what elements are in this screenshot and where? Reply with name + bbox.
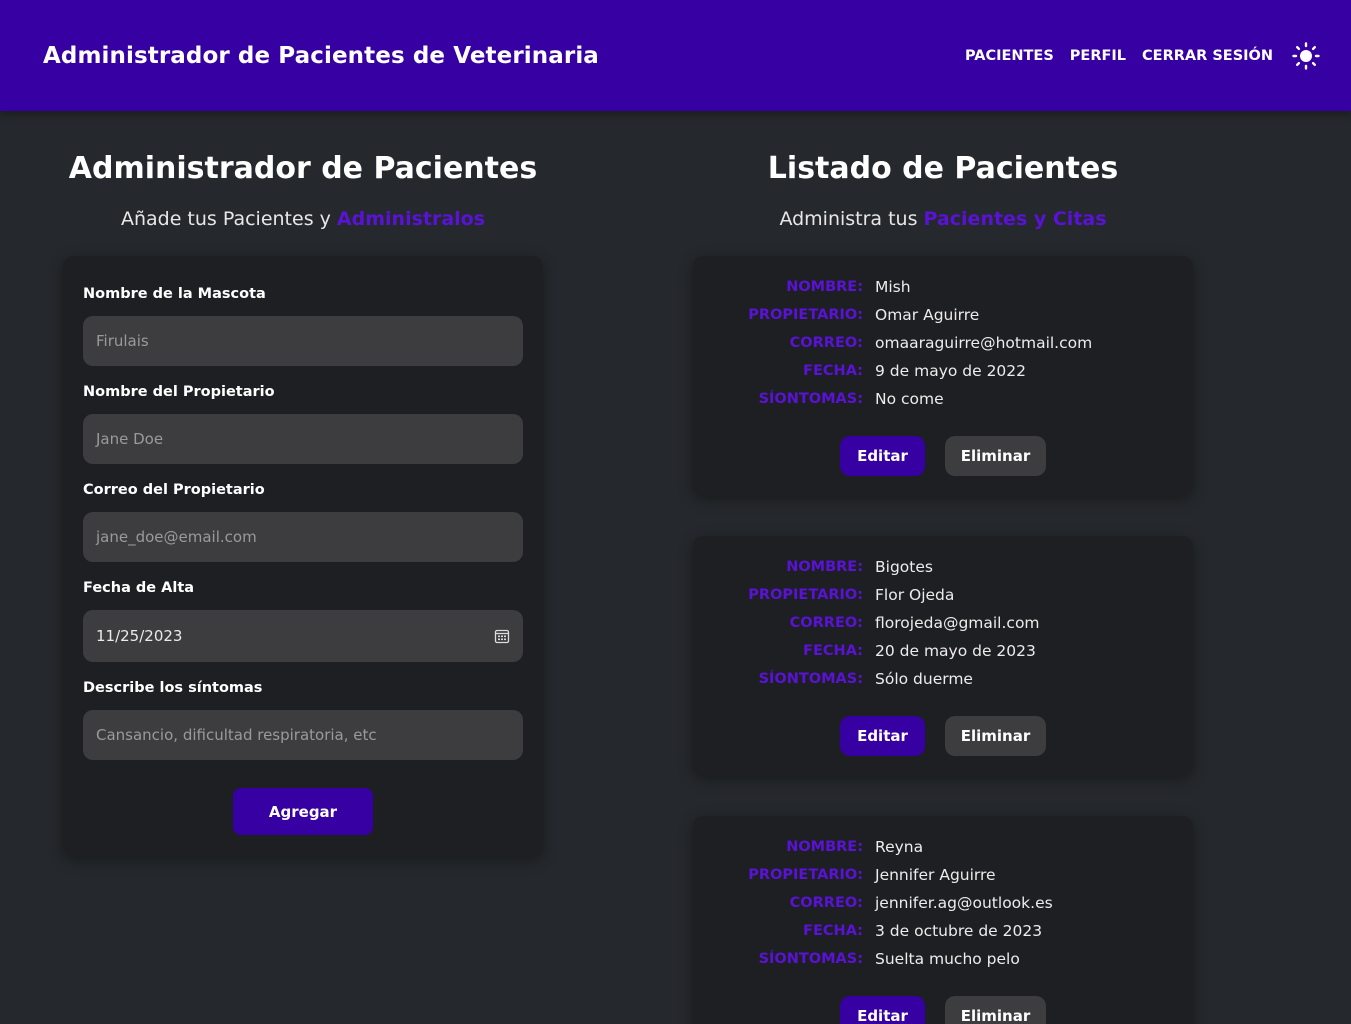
patient-symptoms-value: Sólo duerme (875, 670, 973, 688)
patient-symptoms-key: Síontomas: (758, 671, 863, 687)
patient-symptoms-key: Síontomas: (758, 951, 863, 967)
patient-name-key: Nombre: (786, 559, 863, 575)
pet-name-label: Nombre de la Mascota (83, 286, 266, 302)
nav-pacientes-link[interactable]: Pacientes (965, 48, 1054, 64)
pet-name-input[interactable]: Firulais (83, 316, 523, 366)
patient-email-value: florojeda@gmail.com (875, 614, 1040, 632)
patient-symptoms-value: No come (875, 390, 944, 408)
patient-owner-value: Omar Aguirre (875, 306, 980, 324)
patient-owner-key: Propietario: (748, 307, 863, 323)
owner-name-input[interactable]: Jane Doe (83, 414, 523, 464)
patient-date-key: Fecha: (803, 923, 863, 939)
patient-email-key: Correo: (789, 615, 863, 631)
patient-name-value: Bigotes (875, 558, 933, 576)
patient-email-value: jennifer.ag@outlook.es (875, 894, 1053, 912)
calendar-icon[interactable] (494, 628, 510, 644)
patient-owner-value: Jennifer Aguirre (875, 866, 996, 884)
sun-icon (1292, 41, 1320, 70)
top-bar: Administrador de Pacientes de Veterinari… (0, 0, 1351, 111)
patient-symptoms-key: Síontomas: (758, 391, 863, 407)
main-nav: Pacientes Perfil Cerrar Sesión (965, 41, 1321, 71)
delete-button[interactable]: Eliminar (945, 996, 1046, 1024)
theme-toggle-button[interactable] (1291, 41, 1321, 71)
patient-card: Nombre: Mish Propietario: Omar Aguirre C… (693, 256, 1193, 495)
patient-card: Nombre: Bigotes Propietario: Flor Ojeda … (693, 536, 1193, 775)
edit-button[interactable]: Editar (840, 996, 925, 1024)
patient-owner-row: Propietario: Omar Aguirre (693, 301, 1193, 329)
edit-button[interactable]: Editar (840, 716, 925, 756)
discharge-date-label: Fecha de Alta (83, 580, 195, 596)
delete-button[interactable]: Eliminar (945, 436, 1046, 476)
form-section-title: Administrador de Pacientes (68, 151, 538, 186)
patient-name-value: Reyna (875, 838, 924, 856)
patient-name-row: Nombre: Bigotes (693, 553, 1193, 581)
patient-name-row: Nombre: Mish (693, 273, 1193, 301)
app-title: Administrador de Pacientes de Veterinari… (43, 42, 599, 69)
discharge-date-input[interactable]: 11/25/2023 (83, 610, 523, 662)
nav-perfil-link[interactable]: Perfil (1070, 48, 1126, 64)
discharge-date-value: 11/25/2023 (96, 627, 183, 645)
list-subtitle-prefix: Administra tus (779, 208, 924, 230)
patient-name-value: Mish (875, 278, 911, 296)
patient-owner-value: Flor Ojeda (875, 586, 955, 604)
delete-button[interactable]: Eliminar (945, 716, 1046, 756)
patient-name-key: Nombre: (786, 279, 863, 295)
list-section-subtitle: Administra tus Pacientes y Citas (693, 208, 1193, 230)
symptoms-label: Describe los síntomas (83, 680, 263, 696)
patient-form: Nombre de la Mascota Firulais Nombre del… (63, 256, 543, 856)
patient-date-value: 20 de mayo de 2023 (875, 642, 1036, 660)
patient-symptoms-value: Suelta mucho pelo (875, 950, 1020, 968)
patient-symptoms-row: Síontomas: Suelta mucho pelo (693, 945, 1193, 973)
patient-date-value: 3 de octubre de 2023 (875, 922, 1043, 940)
list-section-title: Listado de Pacientes (767, 151, 1119, 186)
nav-cerrar-sesion-link[interactable]: Cerrar Sesión (1142, 48, 1273, 64)
edit-button[interactable]: Editar (840, 436, 925, 476)
list-subtitle-accent: Pacientes y Citas (923, 208, 1107, 230)
patient-email-row: Correo: omaaraguirre@hotmail.com (693, 329, 1193, 357)
owner-email-label: Correo del Propietario (83, 482, 265, 498)
patient-email-key: Correo: (789, 335, 863, 351)
patient-date-key: Fecha: (803, 643, 863, 659)
patient-date-value: 9 de mayo de 2022 (875, 362, 1027, 380)
patient-owner-row: Propietario: Jennifer Aguirre (693, 861, 1193, 889)
patient-date-row: Fecha: 3 de octubre de 2023 (693, 917, 1193, 945)
patient-owner-key: Propietario: (748, 867, 863, 883)
symptoms-textarea[interactable]: Cansancio, dificultad respiratoria, etc (83, 710, 523, 760)
patient-card: Nombre: Reyna Propietario: Jennifer Agui… (693, 816, 1193, 1024)
patient-email-row: Correo: jennifer.ag@outlook.es (693, 889, 1193, 917)
form-section-subtitle: Añade tus Pacientes y Administralos (63, 208, 543, 230)
patient-name-row: Nombre: Reyna (693, 833, 1193, 861)
patient-email-value: omaaraguirre@hotmail.com (875, 334, 1093, 352)
form-subtitle-accent: Administralos (336, 208, 486, 230)
patient-date-row: Fecha: 20 de mayo de 2023 (693, 637, 1193, 665)
main-content: Administrador de Pacientes Añade tus Pac… (0, 111, 1351, 1024)
form-subtitle-prefix: Añade tus Pacientes y (120, 208, 337, 230)
patient-symptoms-row: Síontomas: Sólo duerme (693, 665, 1193, 693)
patient-email-key: Correo: (789, 895, 863, 911)
patient-name-key: Nombre: (786, 839, 863, 855)
patient-owner-key: Propietario: (748, 587, 863, 603)
owner-name-label: Nombre del Propietario (83, 384, 275, 400)
patient-email-row: Correo: florojeda@gmail.com (693, 609, 1193, 637)
patient-symptoms-row: Síontomas: No come (693, 385, 1193, 413)
patient-date-row: Fecha: 9 de mayo de 2022 (693, 357, 1193, 385)
patient-owner-row: Propietario: Flor Ojeda (693, 581, 1193, 609)
patient-date-key: Fecha: (803, 363, 863, 379)
add-patient-button[interactable]: Agregar (233, 788, 373, 835)
owner-email-input[interactable]: jane_doe@email.com (83, 512, 523, 562)
